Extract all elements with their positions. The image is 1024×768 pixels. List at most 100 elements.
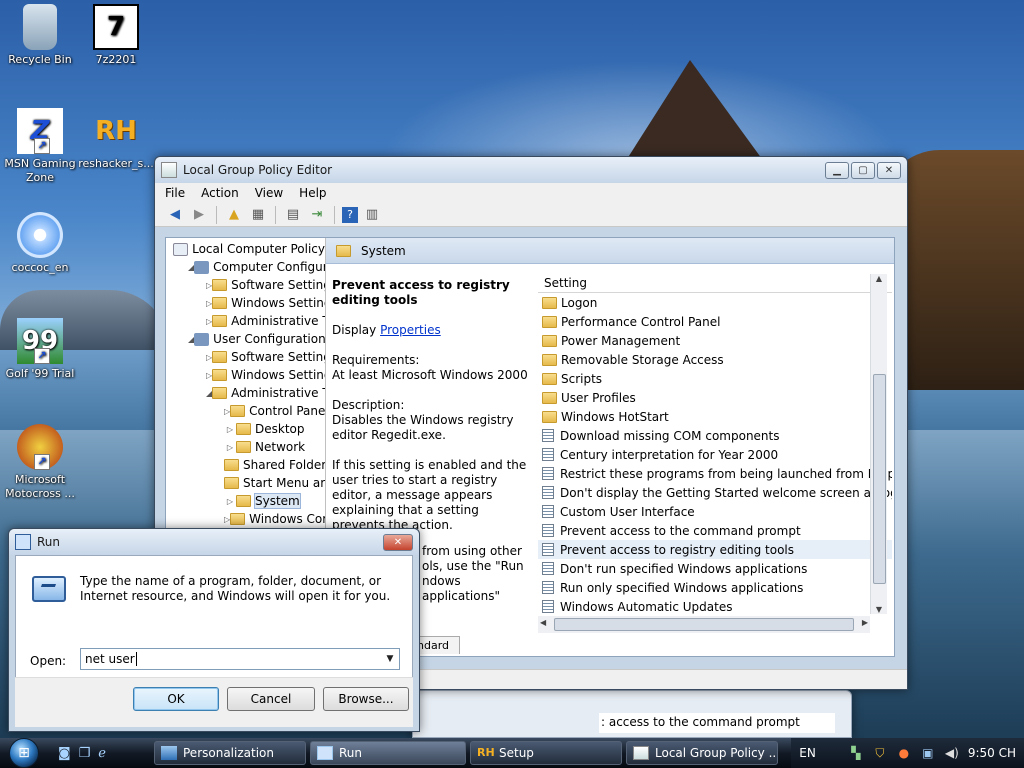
back-arrow-icon[interactable]: ◀ (165, 205, 185, 225)
close-button[interactable]: ✕ (877, 161, 901, 179)
settings-horizontal-scrollbar[interactable]: ◀ ▶ (538, 616, 870, 633)
settings-row[interactable]: Windows HotStart (538, 407, 892, 426)
desktop-icon-recycle-bin[interactable]: Recycle Bin (0, 4, 80, 67)
tree-expand-icon[interactable]: ▷ (224, 425, 236, 434)
tree-expand-icon[interactable]: ▷ (224, 497, 236, 506)
settings-row[interactable]: Prevent access to the command prompt (538, 521, 892, 540)
tree-expand-icon[interactable]: ▷ (224, 443, 236, 452)
help-icon[interactable]: ? (342, 206, 358, 223)
desktop-icon-reshacker[interactable]: RH reshacker_s... (76, 108, 156, 171)
taskbar-item-label: Local Group Policy ... (655, 746, 778, 760)
open-combobox[interactable]: net user ▼ (80, 648, 400, 670)
tree-item[interactable]: ▷Software Settings (166, 348, 325, 366)
tree-item[interactable]: ▷ Desktop (166, 420, 325, 438)
clock[interactable]: 9:50 CH (968, 746, 1016, 760)
settings-row[interactable]: User Profiles (538, 388, 892, 407)
tree-item[interactable]: ▷Software Settings (166, 276, 325, 294)
toolbar-separator (275, 205, 276, 224)
policy-setting-icon (542, 600, 554, 613)
scrollbar-thumb[interactable] (873, 374, 886, 584)
settings-row[interactable]: Scripts (538, 369, 892, 388)
forward-arrow-icon[interactable]: ▶ (189, 205, 209, 225)
gpe-titlebar[interactable]: Local Group Policy Editor ▁ ▢ ✕ (155, 157, 907, 183)
language-indicator[interactable]: EN (799, 746, 816, 760)
desktop-icon-motocross[interactable]: Microsoft Motocross ... (0, 424, 80, 501)
network-connection-icon[interactable]: ▣ (920, 746, 936, 760)
tree-item[interactable]: ▷ Windows Setting (166, 366, 325, 384)
run-titlebar[interactable]: Run ✕ (9, 529, 419, 555)
menu-action[interactable]: Action (201, 186, 239, 200)
menu-file[interactable]: File (165, 186, 185, 200)
switch-windows-icon[interactable]: ❐ (79, 746, 91, 761)
ok-button[interactable]: OK (133, 687, 219, 711)
browse-button[interactable]: Browse... (323, 687, 409, 711)
menu-view[interactable]: View (255, 186, 283, 200)
chevron-down-icon[interactable]: ▼ (381, 654, 399, 664)
scroll-down-icon[interactable]: ▼ (871, 605, 887, 614)
properties-icon[interactable]: ▤ (283, 205, 303, 225)
filter-icon[interactable]: ▥ (362, 205, 382, 225)
show-hide-tree-icon[interactable]: ▦ (248, 205, 268, 225)
tree-item-label: User Configuration (213, 332, 326, 346)
background-window[interactable]: : access to the command prompt (412, 690, 852, 738)
settings-column-header[interactable]: Setting (538, 274, 892, 293)
tree-item[interactable]: ◢ User Configuration (166, 330, 325, 348)
desktop-icon-coccoc[interactable]: coccoc_en (0, 212, 80, 275)
minimize-button[interactable]: ▁ (825, 161, 849, 179)
taskbar-item-personalization[interactable]: Personalization (154, 741, 306, 765)
taskbar-item-run[interactable]: Run (310, 741, 466, 765)
settings-row[interactable]: Don't display the Getting Started welcom… (538, 483, 892, 502)
settings-row[interactable]: Removable Storage Access (538, 350, 892, 369)
scroll-up-icon[interactable]: ▲ (871, 274, 887, 283)
tree-item[interactable]: ▷ Windows Cor (166, 510, 325, 528)
settings-row[interactable]: Don't run specified Windows applications (538, 559, 892, 578)
show-desktop-icon[interactable]: ◙ (58, 746, 71, 761)
desktop-icon-7z2201[interactable]: 7 7z2201 (76, 4, 156, 67)
up-folder-icon[interactable]: ▲ (224, 205, 244, 225)
export-list-icon[interactable]: ⇥ (307, 205, 327, 225)
scroll-left-icon[interactable]: ◀ (540, 618, 546, 627)
scroll-right-icon[interactable]: ▶ (862, 618, 868, 627)
settings-row[interactable]: Restrict these programs from being launc… (538, 464, 892, 483)
tree-item[interactable]: ▷ Network (166, 438, 325, 456)
start-button[interactable]: ⊞ (0, 738, 48, 768)
close-button[interactable]: ✕ (383, 533, 413, 551)
internet-explorer-icon[interactable]: ℯ (98, 746, 106, 761)
settings-vertical-scrollbar[interactable]: ▲ ▼ (870, 274, 887, 614)
network-icon[interactable]: ▚ (848, 746, 864, 760)
cancel-button[interactable]: Cancel (227, 687, 315, 711)
desktop-icon-golf-99[interactable]: 99 Golf '99 Trial (0, 318, 80, 381)
menu-help[interactable]: Help (299, 186, 326, 200)
taskbar-item-group-policy[interactable]: Local Group Policy ... (626, 741, 778, 765)
tree-item[interactable]: ◢ Computer Configura (166, 258, 325, 276)
settings-row[interactable]: Windows Automatic Updates (538, 597, 892, 616)
settings-row[interactable]: Prevent access to registry editing tools (538, 540, 892, 559)
settings-row-label: Century interpretation for Year 2000 (560, 447, 779, 462)
tree-item[interactable]: ▷ Administrative Te (166, 312, 325, 330)
tree-item[interactable]: ▷ System (166, 492, 325, 510)
tree-item[interactable]: ◢ Administrative Te (166, 384, 325, 402)
settings-row[interactable]: Performance Control Panel (538, 312, 892, 331)
maximize-button[interactable]: ▢ (851, 161, 875, 179)
tree-item[interactable]: Shared Folder (166, 456, 325, 474)
properties-link[interactable]: Properties (380, 323, 441, 337)
settings-row[interactable]: Custom User Interface (538, 502, 892, 521)
settings-row[interactable]: Century interpretation for Year 2000 (538, 445, 892, 464)
desktop-icon-msn-gaming-zone[interactable]: Z MSN Gaming Zone (0, 108, 80, 185)
settings-row[interactable]: Run only specified Windows applications (538, 578, 892, 597)
security-shield-icon[interactable]: ⛉ (872, 746, 888, 760)
tree-item[interactable]: ▷ Windows Setting (166, 294, 325, 312)
taskbar-item-setup[interactable]: RH Setup (470, 741, 622, 765)
taskbar-item-label: Setup (499, 746, 534, 760)
antivirus-icon[interactable]: ● (896, 746, 912, 760)
run-dialog[interactable]: Run ✕ Type the name of a program, folder… (8, 528, 420, 732)
tree-item[interactable]: ▷ Control Panel (166, 402, 325, 420)
tree-item[interactable]: Start Menu ar (166, 474, 325, 492)
settings-row[interactable]: Logon (538, 293, 892, 312)
settings-row[interactable]: Power Management (538, 331, 892, 350)
open-input[interactable]: net user (85, 652, 135, 666)
volume-icon[interactable]: ◀) (944, 746, 960, 760)
scrollbar-thumb[interactable] (554, 618, 854, 631)
tree-item[interactable]: Local Computer Policy (166, 240, 325, 258)
settings-row[interactable]: Download missing COM components (538, 426, 892, 445)
